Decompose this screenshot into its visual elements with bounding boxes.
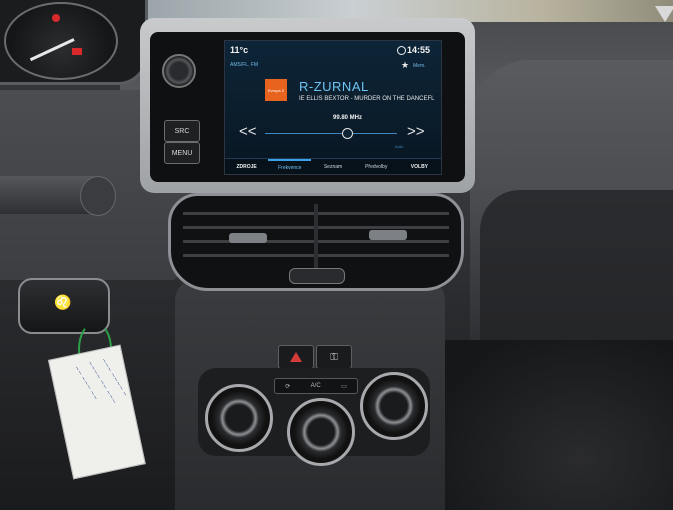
gauge-needle (29, 38, 75, 62)
vent-divider (314, 204, 318, 276)
memory-label[interactable]: Mem. (413, 63, 426, 69)
station-name: R-ZURNAL (299, 79, 369, 94)
speedometer-gauge (4, 2, 118, 80)
vent-adjuster-left[interactable] (229, 233, 267, 243)
frequency-slider-handle[interactable] (342, 128, 353, 139)
frequency-readout: 99.80 MHz (333, 115, 363, 121)
tab-zdroje[interactable]: ZDROJE (225, 159, 268, 174)
volume-knob[interactable] (162, 54, 196, 88)
stalk-end-cap (80, 176, 116, 216)
lock-icon: ⚿ (330, 351, 338, 363)
brand-logo-icon: ♌ (54, 294, 72, 310)
vent-phone-clip (289, 268, 345, 284)
seek-forward-icon[interactable]: >> (407, 123, 425, 140)
station-logo: Evropa 2 (265, 79, 287, 101)
central-lock-button[interactable]: ⚿ (316, 345, 352, 369)
tab-frekvence[interactable]: Frekvence (268, 159, 312, 174)
recirculation-icon[interactable]: ⟳ (285, 383, 290, 390)
rear-defrost-icon[interactable]: ▭ (341, 383, 347, 390)
air-distribution-knob[interactable] (360, 372, 428, 440)
clock-icon (397, 46, 406, 55)
tab-predvolby[interactable]: Předvolby (355, 159, 398, 174)
radio-screen: 11°c 14:55 AMS/FL. FM ★ Mem. Evropa 2 R-… (224, 40, 442, 175)
instrument-cluster (0, 0, 148, 85)
climate-button-strip: ⟳ A/C ▭ (274, 378, 358, 394)
frequency-slider[interactable] (265, 133, 397, 134)
road-sign (655, 6, 673, 22)
band-label: AMS/FL. FM (230, 62, 259, 68)
favorite-star-icon[interactable]: ★ (401, 61, 409, 70)
clock: 14:55 (407, 45, 431, 55)
auto-label: Auto (395, 144, 404, 149)
tab-seznam[interactable]: Seznam (311, 159, 354, 174)
tab-volby[interactable]: VOLBY (398, 159, 441, 174)
seek-back-icon[interactable]: << (239, 123, 257, 140)
outside-temperature: 11°c (230, 45, 249, 55)
battery-warning-icon (72, 48, 82, 55)
src-button[interactable]: SRC (164, 120, 200, 142)
fan-speed-knob[interactable] (287, 398, 355, 466)
hazard-button[interactable] (278, 345, 314, 369)
status-bar: 11°c 14:55 (225, 41, 441, 59)
car-interior-photo: SRC MENU 11°c 14:55 AMS/FL. FM ★ Mem. Ev… (0, 0, 673, 510)
ac-button[interactable]: A/C (311, 383, 321, 389)
floor-carpet (440, 340, 673, 510)
warning-light-icon (52, 14, 60, 22)
hazard-triangle-icon (290, 352, 302, 362)
temperature-knob[interactable] (205, 384, 273, 452)
center-air-vent (168, 193, 464, 291)
radio-tabs: ZDROJE Frekvence Seznam Předvolby VOLBY (225, 158, 441, 174)
radio-text: IE ELLIS BEXTOR - MURDER ON THE DANCEFL (299, 96, 435, 102)
vent-adjuster-right[interactable] (369, 230, 407, 240)
menu-button[interactable]: MENU (164, 142, 200, 164)
